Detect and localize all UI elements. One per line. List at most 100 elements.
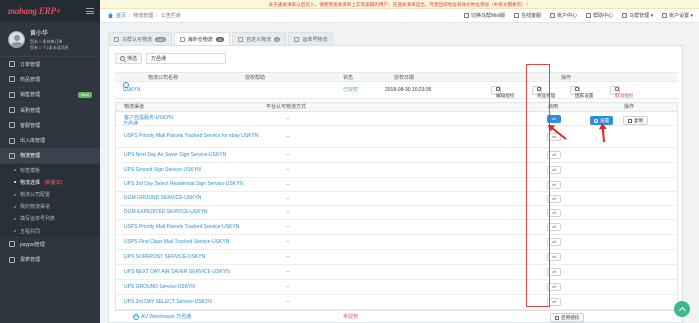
top-link-3[interactable]: 帮助中心	[586, 12, 613, 19]
top-link-4[interactable]: 马帮管理 ▾	[622, 12, 653, 19]
tab-bar: 马帮认可物流 133 海外仓物流 28 自定义物流 8 运单号物流	[108, 32, 334, 45]
svc-col-auth: 平台认可物流方式	[266, 104, 307, 110]
svc-col-channel: 物流渠道	[124, 104, 145, 110]
tab-1[interactable]: 海外仓物流 28	[173, 32, 231, 45]
sidebar-item-label: 客服管理	[20, 122, 41, 129]
sidebar-item-label: paypal管理	[20, 241, 45, 248]
service-row: UPS 3rd Day Select Residential Sign Serv…	[116, 178, 677, 192]
warehouse-state: 已授权	[343, 87, 359, 93]
sidebar-item-label: 订单管理	[20, 61, 41, 68]
tab-3[interactable]: 运单号物流	[288, 32, 334, 45]
scroll-top-button[interactable]	[674, 301, 690, 317]
service-row: UPS SUREPOST SERVICE-USKYN -- off	[116, 250, 677, 265]
service-table-header: 物流渠道 平台认可物流方式 启用 操作	[116, 103, 677, 112]
service-name[interactable]: USPS First Class Mail Tracked Service-US…	[124, 235, 264, 249]
service-name[interactable]: UPS Ground Sign Service-USKYN	[124, 163, 264, 177]
menu-item-icon	[9, 256, 15, 263]
service-auth: --	[286, 299, 290, 305]
tab-0[interactable]: 马帮认可物流 133	[108, 32, 172, 45]
tab-label: 海外仓物流	[187, 36, 213, 43]
service-name[interactable]: UPS 3rd Day Select Residential Sign Serv…	[124, 178, 264, 191]
expand-icon[interactable]: +	[133, 313, 139, 320]
service-name[interactable]: USPS Priority Mail Parcels Tracked Servi…	[124, 126, 264, 147]
top-link-1[interactable]: 在线客服	[514, 12, 541, 19]
menu-item-icon	[9, 107, 15, 114]
breadcrumb-separator-1: /	[129, 12, 131, 19]
home-icon	[108, 13, 113, 18]
copy-button[interactable]: 复制	[623, 116, 649, 125]
breadcrumb-level1[interactable]: 物流管理	[133, 12, 153, 19]
service-row: UPS Ground Sign Service-USKYN -- off	[116, 163, 677, 178]
service-auth: --	[286, 284, 290, 290]
logo-bar: mabang ERP+	[0, 0, 100, 22]
sidebar-subitem-label: 填写运单号列表	[20, 216, 56, 223]
breadcrumb-home[interactable]: 首页	[116, 12, 126, 19]
service-auth: --	[286, 254, 290, 260]
top-link-0[interactable]: 切换马帮Mini版	[463, 12, 505, 19]
top-links: 切换马帮Mini版 在线客服 账户中心 帮助中心 马帮管理 ▾ 账户设置 ▾	[463, 12, 699, 19]
menu-item-icon	[9, 122, 15, 129]
sidebar-bottom-item-1[interactable]: 报表管理	[0, 253, 100, 268]
country-settings-button[interactable]: 国家设置	[570, 86, 593, 98]
service-name[interactable]: UPS SUREPOST SERVICE-USKYN	[124, 250, 264, 264]
edit-auth-button[interactable]: 编辑授权	[491, 86, 514, 98]
sidebar-bottom-item-0[interactable]: paypal管理	[0, 237, 100, 253]
service-auth: --	[286, 224, 290, 230]
service-name[interactable]: UPS Next Day Air Saver Sign Service-USKY…	[124, 148, 264, 162]
warehouse2-state: 未授权	[343, 314, 359, 320]
tab-count-badge: 133	[155, 36, 166, 42]
bullet-icon	[14, 230, 16, 233]
app-root: mabang ERP+ 黄小华 您有 0 条待审订单 您有 0 个1条未读消息 …	[0, 0, 699, 323]
service-auth: --	[286, 115, 290, 122]
service-row: DGM GROUND SERVICE-USKYN -- off	[116, 192, 677, 206]
notice-bar: 关于通关清单以后仅入，请使用速关清单上实现速输的用户：在速关清单运出，完善回邮地…	[100, 0, 699, 9]
search-icon	[120, 56, 125, 61]
service-name[interactable]: DGM EXPEDITED SERVICE-USKYN	[124, 206, 264, 219]
service-name[interactable]: DGM GROUND SERVICE-USKYN	[124, 192, 264, 205]
sidebar-item-0[interactable]: 订单管理	[0, 57, 100, 73]
menu-toggle-icon[interactable]	[86, 8, 94, 14]
sidebar-subitem-0[interactable]: 标签模板	[0, 164, 100, 177]
tab-icon	[238, 36, 244, 42]
service-name[interactable]: UPS GROUND Service-USKYN	[124, 280, 264, 294]
service-row: DGM EXPEDITED SERVICE-USKYN -- off	[116, 206, 677, 220]
service-name[interactable]: 客户自提服务-USKYN	[124, 112, 264, 125]
service-row: USPS First Class Mail Tracked Service-US…	[116, 235, 677, 250]
tab-label: 马帮认可物流	[122, 36, 153, 43]
service-name[interactable]: UPS 3rd DAY SELECT Service-USKYN	[124, 295, 264, 309]
bullet-icon	[14, 169, 16, 172]
sidebar-subitem-2[interactable]: 物流公司配置	[0, 188, 100, 201]
tab-2[interactable]: 自定义物流 8	[232, 32, 287, 45]
sidebar-subitem-3[interactable]: 我的物流渠道	[0, 200, 100, 213]
sidebar-item-label: 物流管理	[20, 153, 41, 160]
enable-auth-button[interactable]: 启用授权	[550, 313, 585, 322]
sidebar-subitem-4[interactable]: 填写运单号列表	[0, 212, 100, 226]
sidebar-subitem-1[interactable]: 物流选择 (新版本)	[0, 176, 100, 189]
service-auth: --	[286, 152, 290, 158]
sidebar-item-1[interactable]: 商品管理	[0, 72, 100, 88]
breadcrumb: 首页 / 物流管理 / 公告栏目	[108, 12, 181, 19]
warehouse2-name[interactable]: + AU Warehouse 万邑通	[133, 312, 191, 322]
sidebar-item-3[interactable]: 采购管理	[0, 103, 100, 119]
sidebar-item-6[interactable]: 物流管理	[0, 148, 100, 165]
app-logo[interactable]: mabang ERP+	[8, 6, 61, 16]
top-link-5[interactable]: 账户设置 ▾	[662, 12, 693, 19]
link-icon	[514, 13, 520, 18]
service-name[interactable]: USPS Priority Mail Parcels Tracked Servi…	[124, 220, 264, 234]
sidebar-item-2[interactable]: 销售管理 New	[0, 88, 100, 103]
sidebar-item-4[interactable]: 客服管理	[0, 118, 100, 134]
sidebar-item-label: 商品管理	[20, 76, 41, 83]
menu-item-icon	[9, 91, 15, 98]
menu-item-icon	[9, 76, 15, 83]
service-name[interactable]: UPS NEXT DAY AIR SAVER SERVICE-USKYN	[124, 265, 264, 279]
tab-count-badge: 8	[274, 36, 281, 42]
avatar[interactable]	[8, 30, 25, 48]
search-input[interactable]	[146, 53, 227, 64]
sidebar-nav: 订单管理商品管理销售管理 New 采购管理客服管理出入库管理物流管理标签模板 物流选择…	[0, 57, 100, 268]
menu-item-icon	[9, 152, 15, 159]
top-link-2[interactable]: 账户中心	[550, 12, 577, 19]
edit-icon	[555, 315, 559, 320]
cancel-auth-button[interactable]: 取消授权	[610, 86, 633, 98]
sidebar-item-5[interactable]: 出入库管理	[0, 133, 100, 149]
sidebar-subitem-5[interactable]: 五程共同	[0, 225, 100, 238]
